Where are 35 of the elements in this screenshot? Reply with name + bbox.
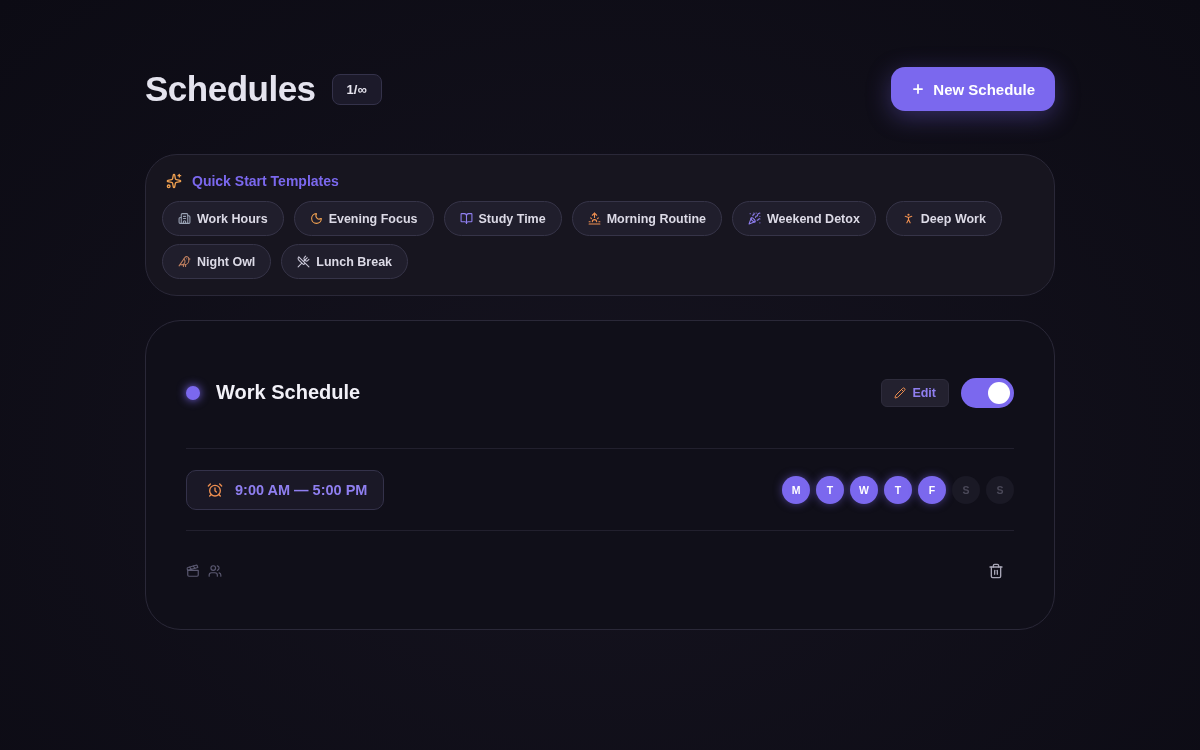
book-icon: [459, 212, 473, 225]
moon-icon: [309, 212, 323, 225]
sparkles-icon: [166, 173, 182, 189]
time-range[interactable]: 9:00 AM — 5:00 PM: [186, 469, 385, 510]
day-toggle[interactable]: F: [918, 475, 946, 504]
schedule-name: Work Schedule: [216, 381, 361, 404]
template-chip[interactable]: Night Owl: [162, 244, 272, 279]
template-chip[interactable]: Lunch Break: [281, 244, 409, 279]
page-title: Schedules: [145, 69, 316, 109]
template-chip[interactable]: Morning Routine: [571, 201, 722, 236]
templates-title: Quick Start Templates: [192, 173, 339, 189]
clapperboard-icon[interactable]: [186, 564, 200, 578]
day-toggle[interactable]: M: [782, 475, 810, 504]
bird-icon: [178, 255, 191, 268]
template-chip[interactable]: Weekend Detox: [732, 201, 876, 236]
plus-icon: [911, 82, 926, 96]
day-toggle[interactable]: T: [816, 475, 844, 504]
day-toggle[interactable]: W: [850, 475, 878, 504]
count-badge: 1/∞: [331, 73, 382, 105]
building-icon: [178, 212, 191, 225]
template-chip[interactable]: Deep Work: [885, 201, 1002, 236]
sunrise-icon: [587, 212, 601, 225]
template-chip[interactable]: Evening Focus: [293, 201, 434, 236]
template-chip[interactable]: Work Hours: [162, 201, 284, 236]
delete-icon[interactable]: [988, 563, 1004, 579]
toggle-switch[interactable]: [961, 377, 1014, 408]
new-schedule-button[interactable]: New Schedule: [891, 67, 1055, 111]
utensils-icon: [297, 255, 311, 268]
template-chip[interactable]: Study Time: [443, 201, 562, 236]
alarm-clock-icon: [207, 481, 223, 498]
edit-button[interactable]: Edit: [881, 378, 949, 407]
pencil-icon: [894, 386, 907, 399]
party-popper-icon: [748, 212, 761, 225]
day-toggle[interactable]: T: [884, 475, 912, 504]
users-icon[interactable]: [208, 564, 222, 578]
